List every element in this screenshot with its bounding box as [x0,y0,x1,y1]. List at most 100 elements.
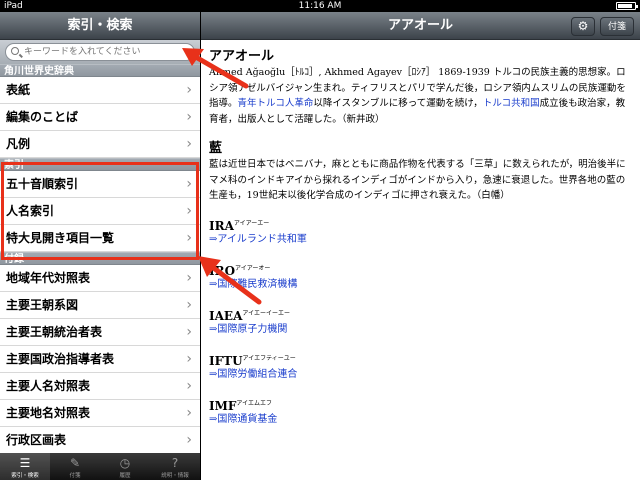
detail-nav-bar: アアオール ⚙ 付箋 [201,12,640,40]
list-item-label: 主要国政治指導者表 [6,352,115,366]
abbr-ref-link[interactable]: ⇒国際通貨基金 [209,413,632,427]
chevron-right-icon: › [186,378,192,394]
index-panel-title: 索引・検索 [0,12,200,40]
abbr-entry: IAEAアイエーイーエー ⇒国際原子力機関 [209,308,632,337]
tab-history[interactable]: ◷ 履歴 [100,453,150,480]
abbr-reading: アイエフティーユー [242,354,296,362]
gear-icon: ⚙ [577,19,589,33]
abbr-reading: アイアーエー [233,219,270,227]
abbr-entry: IROアイアーオー ⇒国際難民救済機構 [209,263,632,292]
list-item-dynasty-rulers[interactable]: 主要王朝統治者表 › [0,319,200,346]
list-item-person-names[interactable]: 主要人名対照表 › [0,373,200,400]
list-icon: ☰ [19,456,31,470]
search-bar [0,40,200,64]
battery-icon [616,2,638,10]
tab-index-search[interactable]: ☰ 索引・検索 [0,453,50,480]
entry-title: アアオール [209,49,275,64]
status-bar: iPad 11:16 AM [0,0,640,12]
list-item-cover[interactable]: 表紙 › [0,77,200,104]
tab-label: 説明・情報 [161,473,189,479]
list-item-place-names[interactable]: 主要地名対照表 › [0,400,200,427]
list-item-region-chronology[interactable]: 地域年代対照表 › [0,265,200,292]
section-header-index: 索引 [0,158,200,171]
bookmark-button[interactable]: 付箋 [600,17,634,36]
question-icon: ? [171,456,179,470]
entry-title: 藍 [209,141,223,156]
entry-aaoru: アアオール Ahmed Ağaoğlu［ﾄﾙｺ］, Akhmed Agayev［… [209,45,632,127]
list-item-label: 凡例 [6,137,31,151]
detail-title: アアオール [387,18,453,33]
abbr-reading: アイアーオー [235,264,271,272]
index-panel: 索引・検索 角川世界史辞典 表紙 › 編集のことば › 凡例 › 索引 五十音順索引 ›… [0,12,200,480]
clock: 11:16 AM [298,1,342,11]
list-item-label: 主要王朝系図 [6,298,79,312]
tab-label: 履歴 [119,473,131,479]
chevron-right-icon: › [186,109,192,125]
article-content: アアオール Ahmed Ağaoğlu［ﾄﾙｺ］, Akhmed Agayev［… [201,40,640,427]
list-item-editor-note[interactable]: 編集のことば › [0,104,200,131]
abbr-term: IMF [209,398,237,413]
list-item-label: 人名索引 [6,204,55,218]
chevron-right-icon: › [186,432,192,448]
section-header-dictionary: 角川世界史辞典 [0,64,200,77]
pencil-icon: ✎ [69,456,81,470]
abbr-ref-link[interactable]: ⇒国際難民救済機構 [209,278,632,292]
search-box[interactable] [5,43,195,61]
abbr-entry: IFTUアイエフティーユー ⇒国際労働組合連合 [209,353,632,382]
search-input[interactable] [24,45,184,59]
section-header-appendix: 付録 [0,252,200,265]
abbr-ref-link[interactable]: ⇒国際労働組合連合 [209,368,632,382]
chevron-right-icon: › [186,203,192,219]
clock-icon: ◷ [119,456,131,470]
abbr-reading: アイエムエフ [236,399,273,407]
detail-panel: アアオール ⚙ 付箋 アアオール Ahmed Ağaoğlu［ﾄﾙｺ］, Akh… [201,12,640,480]
chevron-right-icon: › [186,324,192,340]
tab-bar: ☰ 索引・検索 ✎ 付箋 ◷ 履歴 ? 説明・情報 [0,453,200,480]
entry-body: Ahmed Ağaoğlu［ﾄﾙｺ］, Akhmed Agayev［ﾛｼｱ］ 1… [209,65,632,127]
entry-ai: 藍 藍は近世日本ではベニバナ，麻とともに商品作物を代表する「三草」に数えられたが… [209,137,632,204]
list-item-label: 表紙 [6,83,31,97]
chevron-right-icon: › [186,351,192,367]
tab-info[interactable]: ? 説明・情報 [150,453,200,480]
chevron-right-icon: › [186,405,192,421]
tab-bookmarks[interactable]: ✎ 付箋 [50,453,100,480]
search-icon [11,47,19,55]
abbr-term: IFTU [209,353,243,368]
list-item-person-index[interactable]: 人名索引 › [0,198,200,225]
abbr-ref-link[interactable]: ⇒アイルランド共和軍 [209,233,632,247]
tab-label: 索引・検索 [11,473,39,479]
list-item-political-leaders[interactable]: 主要国政治指導者表 › [0,346,200,373]
abbr-term: IRA [209,218,234,233]
list-item-label: 五十音順索引 [6,177,79,191]
chevron-right-icon: › [186,297,192,313]
abbr-reading: アイエーイーエー [242,309,291,317]
link-young-turk-revolution[interactable]: 青年トルコ人革命 [238,98,314,109]
list-item-spread-index[interactable]: 特大見開き項目一覧 › [0,225,200,252]
list-item-label: 行政区画表 [6,433,67,447]
chevron-right-icon: › [186,176,192,192]
list-item-label: 特大見開き項目一覧 [6,231,115,245]
abbr-term: IAEA [209,308,243,323]
list-item-dynasty-genealogy[interactable]: 主要王朝系図 › [0,292,200,319]
list-item-label: 編集のことば [6,110,79,124]
list-item-label: 主要人名対照表 [6,379,91,393]
chevron-right-icon: › [186,230,192,246]
abbr-ref-link[interactable]: ⇒国際原子力機関 [209,323,632,337]
abbr-term: IRO [209,263,236,278]
link-turkish-republic[interactable]: トルコ共和国 [483,98,540,109]
entry-text: 以降イスタンブルに移って運動を続け， [313,98,483,109]
tab-label: 付箋 [69,473,81,479]
settings-button[interactable]: ⚙ [571,17,595,36]
list-item-admin-divisions[interactable]: 行政区画表 › [0,427,200,454]
chevron-right-icon: › [186,136,192,152]
list-item-legend[interactable]: 凡例 › [0,131,200,158]
abbr-entry: IMFアイエムエフ ⇒国際通貨基金 [209,398,632,427]
abbr-entry: IRAアイアーエー ⇒アイルランド共和軍 [209,218,632,247]
list-item-label: 地域年代対照表 [6,271,91,285]
list-item-label: 主要王朝統治者表 [6,325,103,339]
entry-body: 藍は近世日本ではベニバナ，麻とともに商品作物を代表する「三草」に数えられたが，明… [209,159,626,201]
chevron-right-icon: › [186,82,192,98]
chevron-right-icon: › [186,270,192,286]
list-item-gojuon-index[interactable]: 五十音順索引 › [0,171,200,198]
list-item-label: 主要地名対照表 [6,406,91,420]
